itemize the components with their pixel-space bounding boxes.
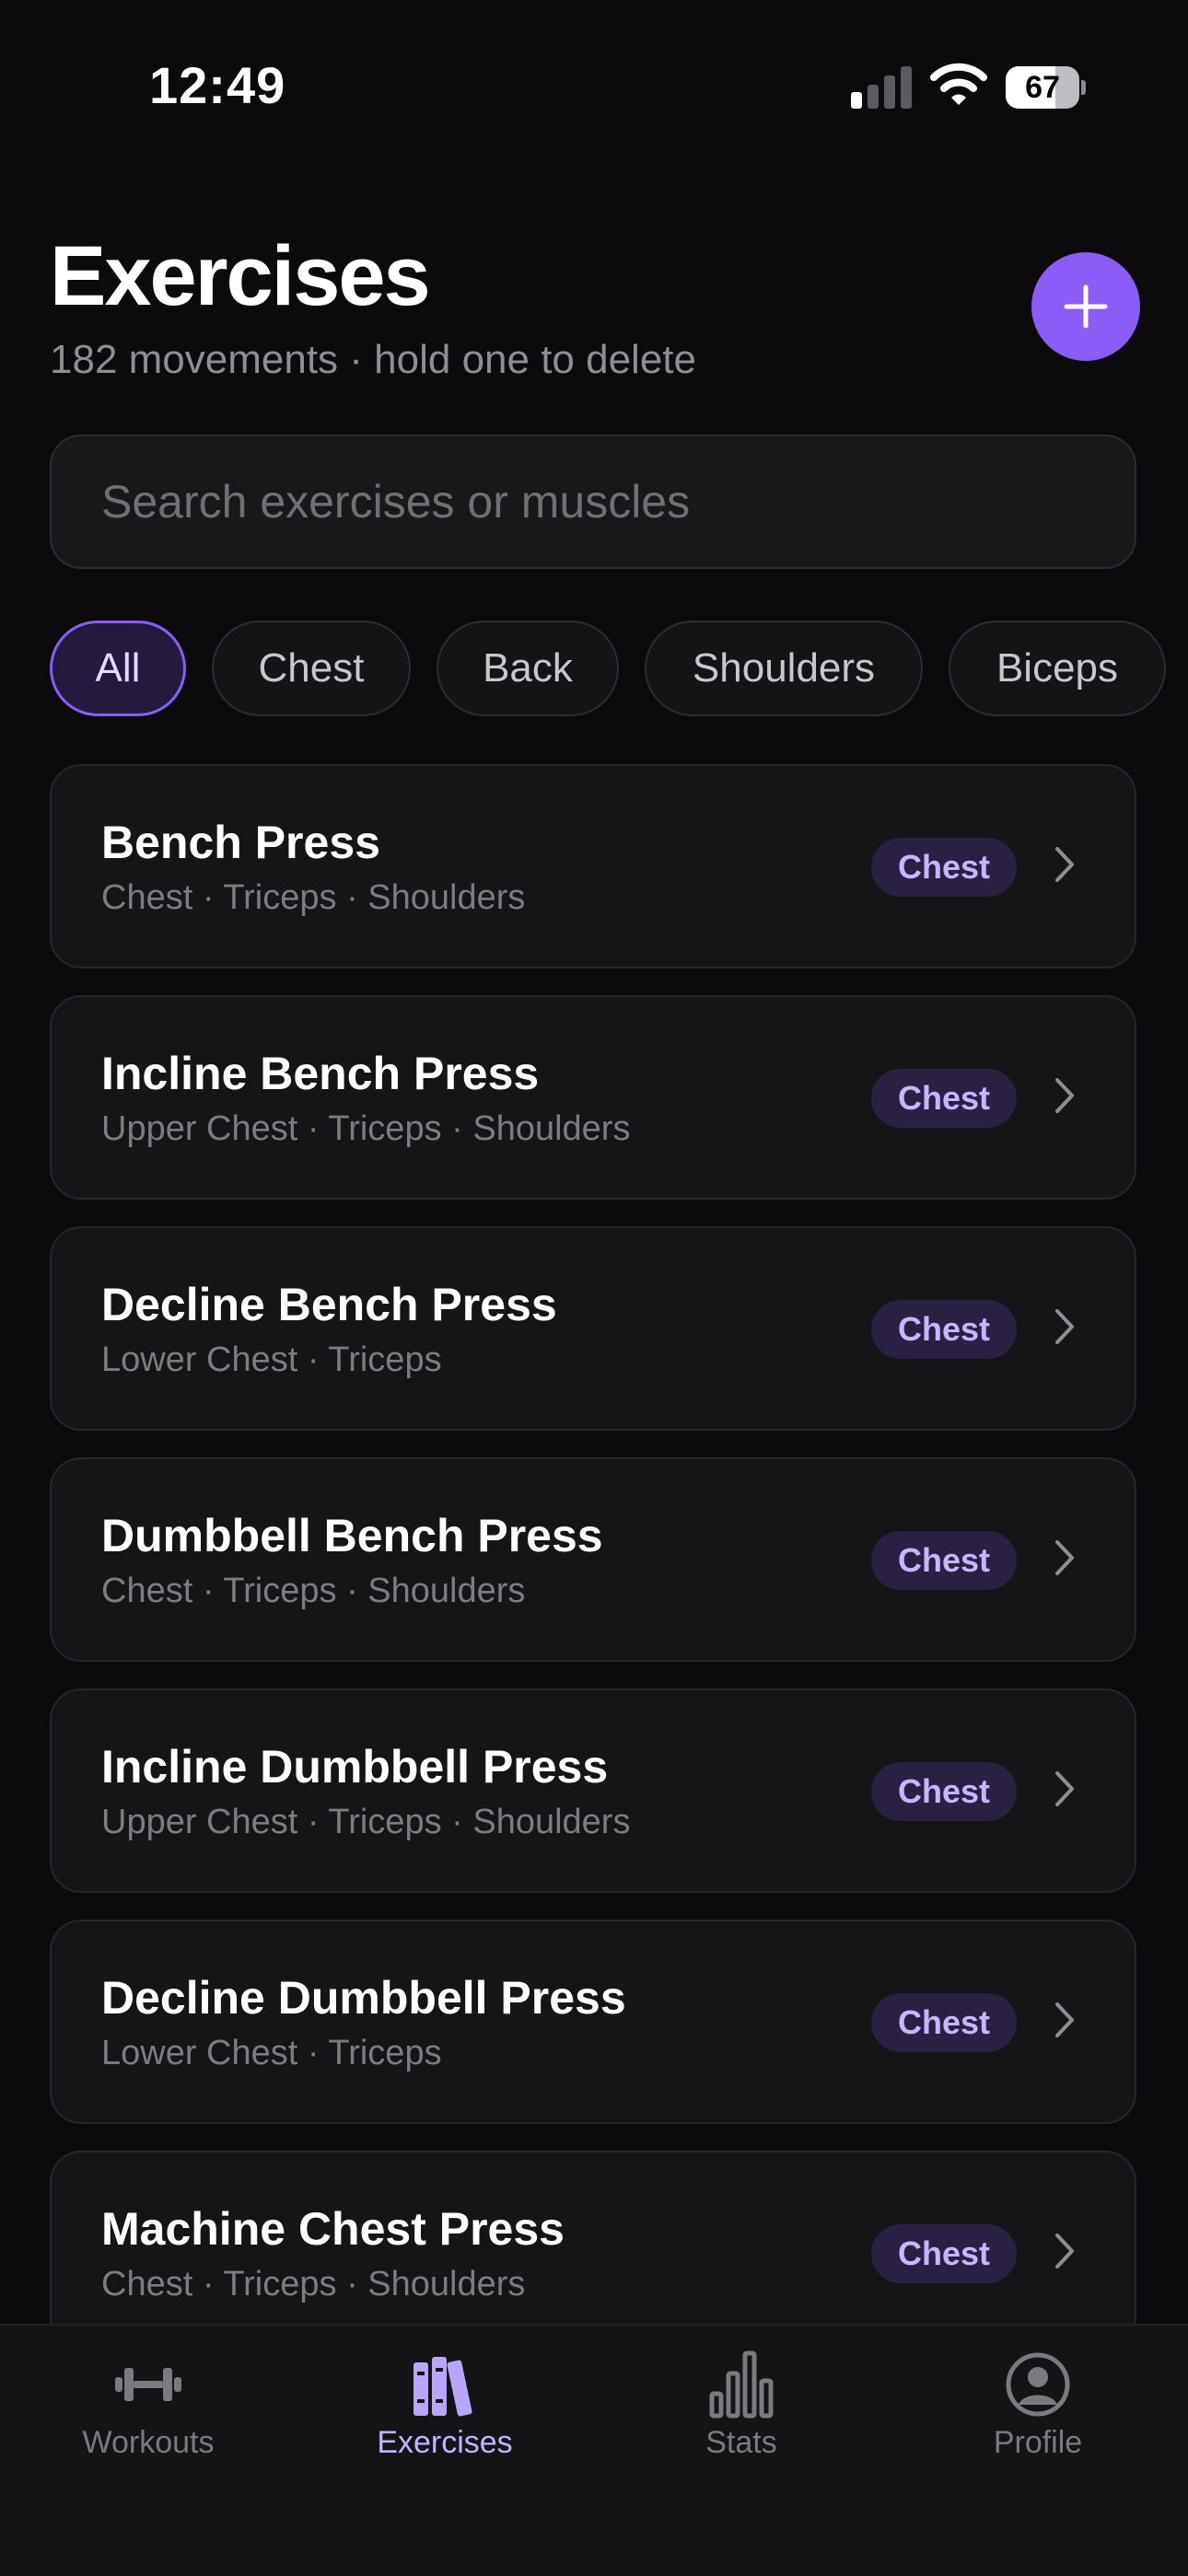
- filter-chip-label: Chest: [258, 645, 365, 690]
- chevron-right-icon: [1055, 1771, 1074, 1806]
- category-badge: Chest: [871, 838, 1017, 897]
- bar-chart-icon: [709, 2350, 774, 2419]
- exercise-muscles: Upper Chest · Triceps · Shoulders: [101, 1109, 631, 1148]
- exercise-card[interactable]: Bench Press Chest · Triceps · Shoulders …: [50, 764, 1136, 969]
- exercise-name: Incline Bench Press: [101, 1048, 540, 1099]
- exercise-card[interactable]: Decline Dumbbell Press Lower Chest · Tri…: [50, 1920, 1136, 2124]
- add-exercise-button[interactable]: [1031, 252, 1140, 361]
- tab-stats[interactable]: Stats: [593, 2326, 890, 2510]
- plus-icon: [1064, 284, 1108, 329]
- exercise-card[interactable]: Incline Bench Press Upper Chest · Tricep…: [50, 995, 1136, 1200]
- filter-chip-label: Back: [483, 645, 573, 690]
- chevron-right-icon: [1055, 2234, 1074, 2269]
- wifi-icon: [930, 63, 987, 105]
- category-badge: Chest: [871, 1069, 1017, 1128]
- status-time: 12:49: [149, 56, 286, 114]
- exercise-name: Dumbbell Bench Press: [101, 1510, 603, 1561]
- chevron-right-icon: [1055, 2002, 1074, 2037]
- category-badge: Chest: [871, 1300, 1017, 1359]
- chevron-right-icon: [1055, 1540, 1074, 1575]
- search-box[interactable]: [50, 435, 1136, 569]
- category-badge: Chest: [871, 2224, 1017, 2283]
- category-badge: Chest: [871, 1762, 1017, 1821]
- exercise-card[interactable]: Incline Dumbbell Press Upper Chest · Tri…: [50, 1688, 1136, 1893]
- page-subtitle: 182 movements · hold one to delete: [50, 337, 697, 382]
- exercise-name: Bench Press: [101, 817, 380, 868]
- exercise-muscles: Upper Chest · Triceps · Shoulders: [101, 1803, 631, 1841]
- page-title: Exercises: [50, 229, 431, 323]
- filter-chip-back[interactable]: Back: [437, 621, 619, 716]
- chevron-right-icon: [1055, 1078, 1074, 1113]
- filter-chip-biceps[interactable]: Biceps: [949, 621, 1166, 716]
- filter-chip-label: All: [95, 645, 141, 690]
- profile-icon: [1006, 2352, 1070, 2417]
- exercise-card[interactable]: Machine Chest Press Chest · Triceps · Sh…: [50, 2151, 1136, 2326]
- exercise-list[interactable]: Bench Press Chest · Triceps · Shoulders …: [50, 764, 1136, 2326]
- dumbbell-icon: [115, 2368, 181, 2401]
- exercise-name: Incline Dumbbell Press: [101, 1741, 609, 1793]
- chevron-right-icon: [1055, 1309, 1074, 1344]
- exercise-muscles: Chest · Triceps · Shoulders: [101, 1572, 526, 1610]
- tab-workouts[interactable]: Workouts: [0, 2326, 297, 2510]
- tab-exercises[interactable]: Exercises: [297, 2326, 593, 2510]
- tab-label: Exercises: [377, 2425, 513, 2460]
- filter-chip-chest[interactable]: Chest: [212, 621, 411, 716]
- battery-percent: 67: [1025, 70, 1060, 105]
- exercise-muscles: Lower Chest · Triceps: [101, 1340, 442, 1379]
- exercise-name: Decline Bench Press: [101, 1279, 557, 1330]
- tab-bar: Workouts Exercises Stats Profile: [0, 2324, 1188, 2576]
- chevron-right-icon: [1055, 847, 1074, 882]
- tab-profile[interactable]: Profile: [890, 2326, 1186, 2510]
- filter-chips: All Chest Back Shoulders Biceps: [50, 621, 1188, 716]
- search-input[interactable]: [101, 436, 1077, 567]
- books-icon: [413, 2357, 472, 2417]
- exercise-muscles: Chest · Triceps · Shoulders: [101, 878, 526, 917]
- exercise-name: Machine Chest Press: [101, 2203, 565, 2255]
- tab-label: Stats: [705, 2425, 777, 2460]
- filter-chip-all[interactable]: All: [50, 621, 186, 716]
- filter-chip-label: Biceps: [996, 645, 1119, 690]
- category-badge: Chest: [871, 1531, 1017, 1590]
- filter-chip-label: Shoulders: [692, 645, 876, 690]
- exercise-muscles: Chest · Triceps · Shoulders: [101, 2265, 526, 2303]
- filter-chip-shoulders[interactable]: Shoulders: [645, 621, 923, 716]
- exercise-name: Decline Dumbbell Press: [101, 1972, 626, 2024]
- status-bar: 12:49 67: [0, 0, 1188, 175]
- battery-icon: 67: [1006, 66, 1086, 109]
- tab-label: Profile: [993, 2425, 1083, 2460]
- tab-label: Workouts: [82, 2425, 215, 2460]
- exercise-muscles: Lower Chest · Triceps: [101, 2034, 442, 2072]
- exercise-card[interactable]: Dumbbell Bench Press Chest · Triceps · S…: [50, 1457, 1136, 1662]
- exercise-card[interactable]: Decline Bench Press Lower Chest · Tricep…: [50, 1226, 1136, 1431]
- category-badge: Chest: [871, 1993, 1017, 2052]
- cellular-signal-icon: [851, 64, 912, 109]
